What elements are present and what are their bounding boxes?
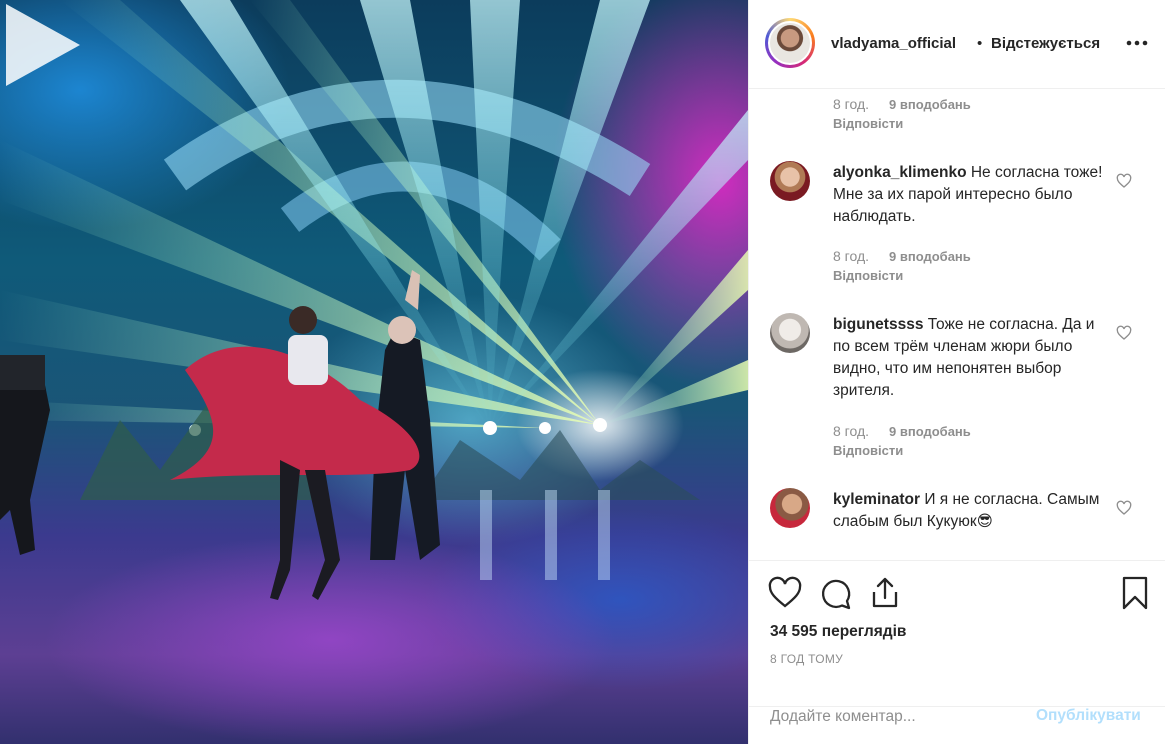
post-side-panel: vladyama_official • Відстежується 8 год.… (748, 0, 1165, 744)
follow-button[interactable]: Відстежується (991, 35, 1100, 52)
comment-like-icon[interactable] (1116, 173, 1132, 189)
comment-input[interactable] (770, 707, 1020, 727)
reply-button[interactable]: Відповісти (833, 116, 903, 131)
comment-username[interactable]: kyleminator (833, 491, 920, 508)
comment-like-icon[interactable] (1116, 325, 1132, 341)
play-icon[interactable] (0, 0, 84, 90)
video-player[interactable] (0, 0, 748, 744)
comment-list[interactable]: 8 год. 9 вподобань Відповісти alyonka_kli… (749, 89, 1165, 561)
view-count[interactable]: 34 595 переглядів (770, 623, 906, 641)
comment-body: bigunetssss Тоже не согласна.⁡ Да и по в… (833, 314, 1103, 402)
comment-likes[interactable]: 9 вподобань (889, 97, 971, 112)
add-comment-bar: Опублікувати (749, 707, 1165, 744)
separator-dot: • (977, 35, 983, 52)
comment-meta: 8 год. 9 вподобань (833, 96, 971, 112)
reply-button[interactable]: Відповісти (833, 443, 903, 458)
comment-likes[interactable]: 9 вподобань (889, 249, 971, 264)
comment-time: 8 год. (833, 248, 870, 264)
post-actions: 34 595 переглядів 8 ГОД ТОМУ (749, 561, 1165, 707)
author-avatar[interactable] (765, 18, 815, 68)
bookmark-icon[interactable] (1117, 575, 1153, 611)
more-icon[interactable] (1124, 33, 1150, 53)
heart-icon[interactable] (767, 575, 803, 611)
comment-username[interactable]: alyonka_klimenko (833, 164, 967, 181)
reply-button[interactable]: Відповісти (833, 268, 903, 283)
comment-username[interactable]: bigunetssss (833, 316, 923, 333)
share-icon[interactable] (867, 575, 903, 611)
comment-meta: 8 год. 9 вподобань (833, 248, 971, 264)
comment-avatar[interactable] (770, 161, 810, 201)
comment-avatar[interactable] (770, 313, 810, 353)
comment-likes[interactable]: 9 вподобань (889, 424, 971, 439)
post-header: vladyama_official • Відстежується (749, 0, 1165, 89)
comment-like-icon[interactable] (1116, 500, 1132, 516)
comment-icon[interactable] (817, 575, 853, 611)
comment-meta: 8 год. 9 вподобань (833, 423, 971, 439)
video-frame (0, 0, 748, 600)
author-avatar-image (768, 21, 812, 65)
comment-time: 8 год. (833, 96, 870, 112)
comment-avatar[interactable] (770, 488, 810, 528)
publish-button[interactable]: Опублікувати (1036, 707, 1141, 725)
post-timestamp: 8 ГОД ТОМУ (770, 652, 844, 666)
comment-time: 8 год. (833, 423, 870, 439)
comment-body: alyonka_klimenko Не согласна тоже! Мне з… (833, 162, 1103, 228)
comment-body: kyleminator И я не согласна. Самым слабы… (833, 489, 1103, 533)
author-username[interactable]: vladyama_official (831, 35, 956, 52)
